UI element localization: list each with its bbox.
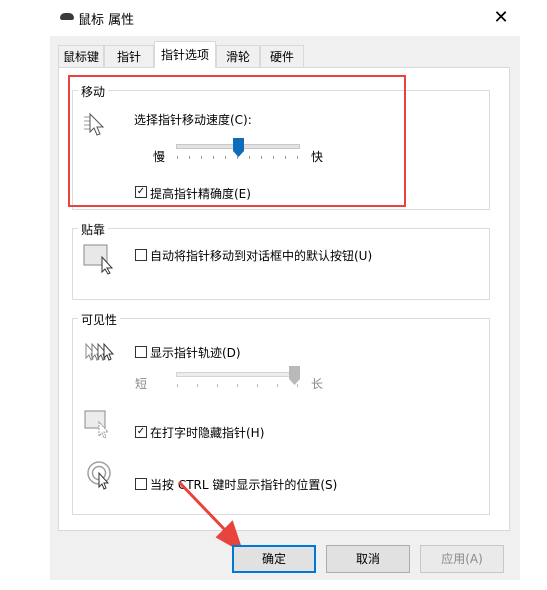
snap-group <box>72 228 490 300</box>
trail-slider-thumb[interactable] <box>289 366 300 385</box>
long-label: 长 <box>311 377 324 391</box>
snap-default-button-label: 自动将指针移动到对话框中的默认按钮(U) <box>150 249 373 263</box>
visibility-group-label: 可见性 <box>78 311 121 328</box>
snap-to-button-icon <box>83 244 114 275</box>
tab-pointers[interactable]: 指针 <box>104 45 154 67</box>
tab-buttons[interactable]: 鼠标键 <box>58 45 104 67</box>
highlight-box <box>68 75 406 207</box>
show-location-icon <box>87 461 111 490</box>
snap-group-label: 贴靠 <box>78 221 109 238</box>
trail-slider-ticks <box>176 384 300 388</box>
cancel-button[interactable]: 取消 <box>326 545 410 573</box>
hide-while-typing-checkbox[interactable]: ✓ <box>135 426 147 438</box>
ok-button[interactable]: 确定 <box>232 545 316 573</box>
apply-button[interactable]: 应用(A) <box>420 545 504 573</box>
short-label: 短 <box>135 377 148 391</box>
window-title: 鼠标 属性 <box>78 13 135 28</box>
show-location-ctrl-checkbox[interactable] <box>135 478 147 490</box>
mouse-icon <box>60 13 74 20</box>
close-button[interactable]: ✕ <box>489 6 513 30</box>
tab-hardware[interactable]: 硬件 <box>260 45 304 67</box>
trail-length-slider[interactable] <box>176 366 300 392</box>
pointer-trails-checkbox[interactable] <box>135 346 147 358</box>
hide-while-typing-label: 在打字时隐藏指针(H) <box>150 426 265 440</box>
tab-pointer-options[interactable]: 指针选项 <box>154 41 216 68</box>
pointer-trails-icon <box>85 342 115 361</box>
pointer-trails-label: 显示指针轨迹(D) <box>150 346 241 360</box>
check-icon: ✓ <box>136 426 146 437</box>
trail-slider-track <box>176 372 300 377</box>
hide-while-typing-icon <box>84 410 110 439</box>
tab-wheel[interactable]: 滑轮 <box>216 45 260 67</box>
snap-default-button-checkbox[interactable] <box>135 249 147 261</box>
